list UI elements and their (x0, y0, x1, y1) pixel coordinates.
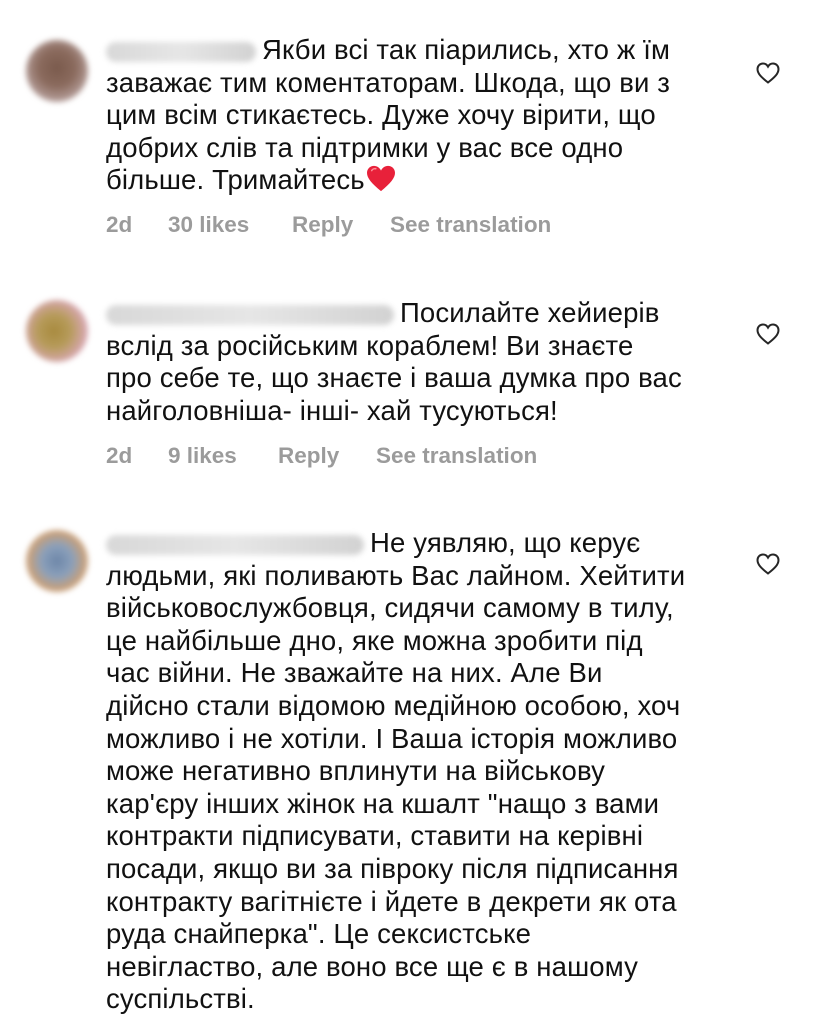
comment-time: 2d (106, 212, 133, 237)
heart-outline-icon[interactable] (756, 553, 780, 575)
comment-text: Посилайте хейиерів вслід за російським к… (106, 297, 706, 427)
comment-line: це найбільше дно, яке можна зробити під (106, 624, 643, 656)
comment-line: людьми, які поливають Вас лайном. Хейтит… (106, 559, 686, 591)
comment-text: Не уявляю, що керує людьми, які поливают… (106, 527, 706, 1016)
comment-line: Якби всі так піарились, хто ж їм (262, 34, 671, 65)
blurred-username[interactable] (106, 304, 394, 325)
comment-line: можливо і не хотіли. І Ваша історія можл… (106, 722, 678, 754)
comment-line: посади, якщо ви за півроку після підписа… (106, 852, 679, 884)
commenter-avatar[interactable] (26, 530, 88, 592)
red-heart-emoji (366, 166, 395, 192)
commenter-avatar[interactable] (26, 300, 88, 362)
likes-count[interactable]: 9 likes (168, 443, 237, 469)
comment-line: добрих слів та підтримки у вас все одно (106, 131, 624, 163)
comment-line: суспільстві. (106, 983, 255, 1015)
comment-line: військовослужбовця, сидячи самому в тилу… (106, 592, 674, 624)
reply-button[interactable]: Reply (278, 443, 339, 469)
comment-line: руда снайперка". Це сексистське (106, 918, 532, 950)
see-translation-button[interactable]: See translation (376, 443, 537, 469)
comment-line: кар'єру інших жінок на кшалт "нащо з вам… (106, 787, 660, 819)
comment-line: про себе те, що знаєте і ваша думка про … (106, 362, 682, 394)
heart-outline-icon[interactable] (756, 62, 780, 84)
comment-line: Не уявляю, що керує (370, 527, 641, 558)
commenter-avatar[interactable] (26, 40, 88, 102)
comment-line: заважає тим коментаторам. Шкода, що ви з (106, 66, 671, 98)
see-translation-button[interactable]: See translation (390, 212, 551, 238)
comment-line: може негативно вплинути на військову (106, 755, 606, 787)
heart-outline-icon[interactable] (756, 323, 780, 345)
comment-line: час війни. Не зважайте на них. Але Ви (106, 657, 603, 689)
comment-line: вслід за російським кораблем! Ви знаєте (106, 329, 634, 361)
likes-count[interactable]: 30 likes (168, 212, 249, 238)
comment-line: невігластво, але воно все ще є в нашому (106, 950, 638, 982)
comment-line: Посилайте хейиерів (400, 297, 660, 328)
reply-button[interactable]: Reply (292, 212, 353, 238)
blurred-username[interactable] (106, 41, 256, 62)
blurred-username[interactable] (106, 534, 364, 555)
comment-line: найголовніша- інші- хай тусуються! (106, 394, 558, 426)
comment-line: цим всім стикаєтесь. Дуже хочу вірити, щ… (106, 99, 656, 131)
comment-line: дійсно стали відомою медійною особою, хо… (106, 689, 681, 721)
comment-line: контракти підписувати, ставити на керівн… (106, 820, 644, 852)
comment-line: контракту вагітнієте і йдете в декрети я… (106, 885, 677, 917)
comment-time: 2d (106, 443, 133, 468)
comment-text: Якби всі так піарились, хто ж їм заважає… (106, 34, 706, 197)
comment-line: більше. Тримайтесь (106, 164, 365, 196)
